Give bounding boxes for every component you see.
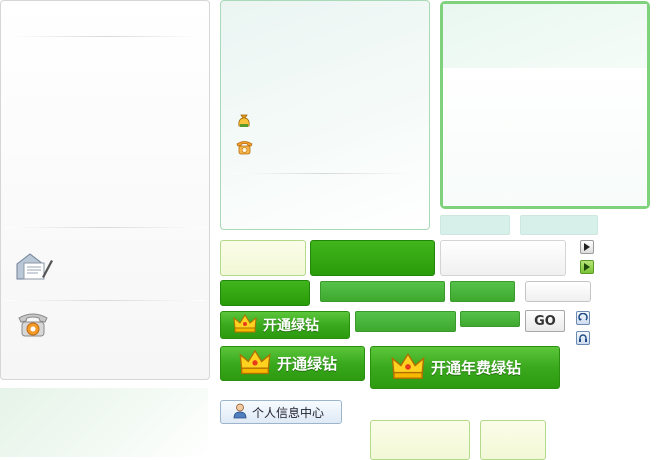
- user-icon: [233, 403, 247, 422]
- play-gray-icon[interactable]: [580, 240, 594, 254]
- pale-tab[interactable]: [520, 215, 598, 235]
- divider: [9, 36, 201, 37]
- crown-icon: [391, 351, 425, 384]
- mail-icon[interactable]: [16, 252, 54, 282]
- play-green-icon[interactable]: [580, 260, 594, 274]
- crown-icon: [233, 313, 257, 337]
- divider: [5, 300, 205, 301]
- personal-info-center-label: 个人信息中心: [252, 405, 325, 420]
- green-bar[interactable]: [355, 311, 456, 332]
- vip-button-label: 开通绿钻: [263, 318, 319, 334]
- right-panel: [440, 1, 650, 209]
- divider: [5, 227, 205, 228]
- vip-button-label: 开通年费绿钻: [431, 359, 522, 377]
- cream-tab[interactable]: [370, 420, 470, 460]
- go-button-label: GO: [534, 313, 556, 329]
- white-tab[interactable]: [440, 240, 566, 276]
- vip-green-diamond-button-medium[interactable]: 开通绿钻: [220, 346, 365, 381]
- personal-info-center-button[interactable]: 个人信息中心: [220, 400, 342, 424]
- phone-icon: [236, 139, 253, 155]
- green-bar[interactable]: [320, 281, 445, 302]
- cream-tab[interactable]: [220, 240, 306, 276]
- pale-tab[interactable]: [440, 215, 510, 235]
- cream-tab[interactable]: [480, 420, 546, 460]
- green-bar[interactable]: [450, 281, 515, 302]
- money-bag-icon: [236, 113, 252, 129]
- green-bar[interactable]: [460, 311, 520, 327]
- white-button[interactable]: [525, 281, 591, 302]
- vip-button-label: 开通绿钻: [277, 355, 338, 373]
- vip-green-diamond-button-small[interactable]: 开通绿钻: [220, 311, 350, 339]
- phone-icon[interactable]: [17, 310, 49, 338]
- vip-annual-green-diamond-button[interactable]: 开通年费绿钻: [370, 346, 560, 389]
- right-panel-header: [443, 4, 647, 69]
- refresh-icon[interactable]: [576, 311, 590, 325]
- right-panel-body: [443, 68, 647, 206]
- green-bar[interactable]: [220, 280, 310, 306]
- left-bottom-fade: [0, 388, 208, 457]
- green-tab[interactable]: [310, 240, 435, 276]
- headphones-icon[interactable]: [576, 331, 590, 345]
- go-button[interactable]: GO: [525, 310, 565, 332]
- divider: [233, 173, 417, 174]
- crown-icon: [239, 348, 271, 379]
